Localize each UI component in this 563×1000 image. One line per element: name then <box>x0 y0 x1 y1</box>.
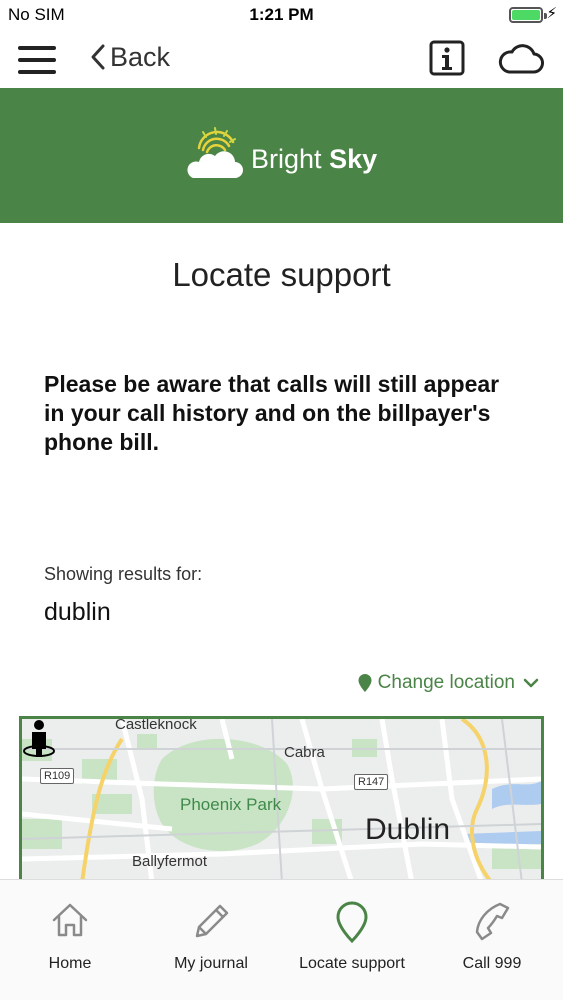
home-icon <box>52 903 88 937</box>
person-marker-icon <box>23 720 55 757</box>
bright-sky-logo-icon <box>187 127 243 178</box>
tab-my-journal[interactable]: My journal <box>141 880 281 1000</box>
chevron-left-icon <box>91 44 105 70</box>
results-label: Showing results for: <box>44 564 203 584</box>
road-badge-r109: R109 <box>40 768 75 784</box>
change-location-button[interactable]: Change location <box>358 672 539 694</box>
tab-call-999[interactable]: Call 999 <box>422 880 562 1000</box>
change-location-label: Change location <box>377 672 515 693</box>
info-icon[interactable] <box>429 40 465 76</box>
tab-home-label: Home <box>48 955 92 972</box>
tab-my-journal-label: My journal <box>174 955 248 972</box>
tab-home[interactable]: Home <box>0 880 140 1000</box>
support-map[interactable]: Castleknock Cabra Phoenix Park Dublin Ba… <box>19 716 544 886</box>
brand-name-regular: Bright <box>251 144 322 174</box>
map-label-dublin: Dublin <box>365 813 451 846</box>
back-button[interactable]: Back <box>88 40 170 74</box>
brand-header: Bright Sky <box>0 88 563 223</box>
map-background <box>22 719 541 883</box>
tab-call-999-label: Call 999 <box>462 955 522 972</box>
pencil-icon <box>195 904 229 938</box>
map-label-ballyfermot: Ballyfermot <box>132 853 208 870</box>
map-label-cabra: Cabra <box>284 744 325 761</box>
road-badge-r147: R147 <box>354 774 389 790</box>
back-label: Back <box>110 41 171 72</box>
charging-icon: ⚡ <box>546 5 557 22</box>
tab-locate-support[interactable]: Locate support <box>282 880 422 1000</box>
tab-locate-support-label: Locate support <box>299 955 405 972</box>
chevron-down-icon <box>523 678 539 688</box>
nav-bar: Back <box>0 30 563 88</box>
battery-icon <box>509 7 547 23</box>
status-bar: No SIM 1:21 PM ⚡ <box>0 0 563 30</box>
map-label-castleknock: Castleknock <box>115 716 197 733</box>
brand-name-bold: Sky <box>329 144 378 174</box>
map-label-phoenix-park: Phoenix Park <box>180 795 282 814</box>
results-location: dublin <box>44 598 111 626</box>
hamburger-menu-icon[interactable] <box>18 44 56 76</box>
cloud-icon[interactable] <box>498 42 544 76</box>
phone-icon <box>475 902 510 941</box>
page-title: Locate support <box>172 256 391 293</box>
tab-bar: Home My journal Locate support Call 999 <box>0 879 563 1000</box>
location-pin-icon <box>358 674 372 692</box>
call-history-warning: Please be aware that calls will still ap… <box>44 371 500 455</box>
status-time: 1:21 PM <box>249 5 314 24</box>
brand-name: Bright Sky <box>251 144 377 175</box>
location-pin-icon <box>336 901 368 944</box>
